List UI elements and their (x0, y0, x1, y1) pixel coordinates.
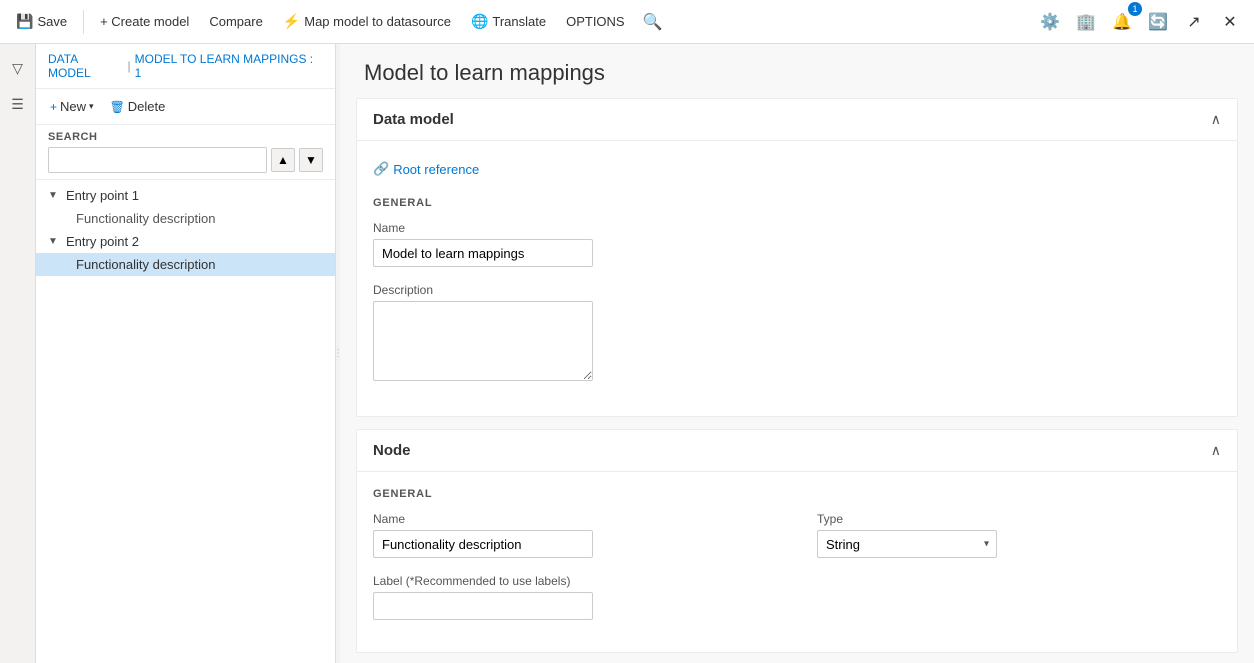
node-left-col: GENERAL Name Label (*Recommended to use … (373, 488, 777, 636)
node-name-field: Name (373, 512, 777, 558)
right-panel: Model to learn mappings Data model ∧ 🔗 R… (340, 44, 1254, 663)
save-label: Save (37, 14, 67, 29)
tree-label-entry2: Entry point 2 (66, 234, 139, 249)
node-name-input[interactable] (373, 530, 593, 558)
tree-toggle-entry2: ▼ (48, 236, 62, 247)
plus-icon: + (50, 100, 57, 114)
node-type-field: Type String Integer Boolean Real Date Da… (817, 512, 1221, 558)
filter-icon-button[interactable]: ▽ (2, 52, 34, 84)
data-model-name-field: Name (373, 221, 1221, 267)
data-model-name-label: Name (373, 221, 1221, 235)
search-down-button[interactable]: ▼ (299, 148, 323, 172)
options-button[interactable]: OPTIONS (558, 10, 633, 33)
main-layout: ▽ ☰ DATA MODEL | MODEL TO LEARN MAPPINGS… (0, 44, 1254, 663)
node-label-field: Label (*Recommended to use labels) (373, 574, 777, 620)
chevron-down-icon: ▾ (89, 101, 94, 112)
data-model-name-input[interactable] (373, 239, 593, 267)
delete-button[interactable]: 🗑 Delete (104, 95, 172, 118)
menu-icon-button[interactable]: ☰ (2, 88, 34, 120)
tree-label-func2: Functionality description (76, 257, 215, 272)
map-icon: ⚡ (283, 13, 300, 30)
create-model-label: + Create model (100, 14, 189, 29)
node-section-body: GENERAL Name Label (*Recommended to use … (357, 472, 1237, 652)
node-type-spacer (817, 488, 1221, 500)
tree-toggle-entry1: ▼ (48, 190, 62, 201)
tree-container: ▼ Entry point 1 Functionality descriptio… (36, 180, 335, 663)
root-reference-icon: 🔗 (373, 161, 389, 177)
compare-button[interactable]: Compare (201, 10, 270, 33)
search-row: ▲ ▼ (48, 147, 323, 173)
node-section-title: Node (373, 442, 411, 459)
data-model-section-title: Data model (373, 111, 454, 128)
breadcrumb-model-to-learn[interactable]: MODEL TO LEARN MAPPINGS : 1 (135, 52, 323, 80)
notification-badge: 1 (1128, 2, 1142, 16)
root-reference-button[interactable]: 🔗 Root reference (373, 157, 479, 181)
node-label-input[interactable] (373, 592, 593, 620)
translate-icon: 🌐 (471, 13, 488, 30)
root-reference-label: Root reference (393, 162, 479, 177)
new-label: New (60, 99, 86, 114)
node-general-label: GENERAL (373, 488, 777, 500)
page-title: Model to learn mappings (340, 44, 1254, 98)
new-button[interactable]: + New ▾ (44, 95, 100, 118)
node-type-select[interactable]: String Integer Boolean Real Date DateTim… (817, 530, 997, 558)
delete-label: Delete (128, 99, 166, 114)
settings-icon-button[interactable]: ⚙️ (1034, 6, 1066, 38)
save-icon: 💾 (16, 13, 33, 30)
notification-wrapper: 🔔 1 (1106, 6, 1138, 38)
translate-button[interactable]: 🌐 Translate (463, 9, 554, 34)
data-model-section: Data model ∧ 🔗 Root reference GENERAL Na… (356, 98, 1238, 417)
node-collapse-button[interactable]: ∧ (1211, 442, 1221, 459)
toolbar-sep-1 (83, 10, 84, 34)
search-input[interactable] (48, 147, 267, 173)
external-icon-button[interactable]: ↗ (1178, 6, 1210, 38)
map-model-button[interactable]: ⚡ Map model to datasource (275, 9, 459, 34)
refresh-icon-button[interactable]: 🔄 (1142, 6, 1174, 38)
node-type-label: Type (817, 512, 1221, 526)
office-icon-button[interactable]: 🏢 (1070, 6, 1102, 38)
tree-child-func2[interactable]: Functionality description (36, 253, 335, 276)
tree-label-entry1: Entry point 1 (66, 188, 139, 203)
search-label: SEARCH (48, 131, 323, 143)
compare-label: Compare (209, 14, 262, 29)
node-type-select-wrapper: String Integer Boolean Real Date DateTim… (817, 530, 997, 558)
breadcrumb: DATA MODEL | MODEL TO LEARN MAPPINGS : 1 (36, 44, 335, 89)
node-name-label: Name (373, 512, 777, 526)
data-model-collapse-button[interactable]: ∧ (1211, 111, 1221, 128)
close-icon-button[interactable]: ✕ (1214, 6, 1246, 38)
side-icons-panel: ▽ ☰ (0, 44, 36, 663)
tree-item-entry1[interactable]: ▼ Entry point 1 (36, 184, 335, 207)
tree-label-func1: Functionality description (76, 211, 215, 226)
options-label: OPTIONS (566, 14, 625, 29)
left-toolbar: + New ▾ 🗑 Delete (36, 89, 335, 125)
tree-item-entry2[interactable]: ▼ Entry point 2 (36, 230, 335, 253)
left-panel: DATA MODEL | MODEL TO LEARN MAPPINGS : 1… (36, 44, 336, 663)
tree-child-func1[interactable]: Functionality description (36, 207, 335, 230)
node-section: Node ∧ GENERAL Name Label (*Recommended … (356, 429, 1238, 653)
data-model-general-label: GENERAL (373, 197, 1221, 209)
node-two-cols: GENERAL Name Label (*Recommended to use … (373, 488, 1221, 636)
delete-icon: 🗑 (110, 100, 125, 114)
breadcrumb-separator: | (128, 59, 131, 73)
map-model-label: Map model to datasource (304, 14, 451, 29)
data-model-section-body: 🔗 Root reference GENERAL Name Descriptio… (357, 141, 1237, 416)
search-toolbar-button[interactable]: 🔍 (637, 6, 669, 38)
search-section: SEARCH ▲ ▼ (36, 125, 335, 180)
breadcrumb-data-model[interactable]: DATA MODEL (48, 52, 124, 80)
data-model-section-header[interactable]: Data model ∧ (357, 99, 1237, 141)
translate-label: Translate (492, 14, 546, 29)
create-model-button[interactable]: + Create model (92, 10, 197, 33)
save-button[interactable]: 💾 Save (8, 9, 75, 34)
node-section-header[interactable]: Node ∧ (357, 430, 1237, 472)
search-up-button[interactable]: ▲ (271, 148, 295, 172)
data-model-desc-field: Description (373, 283, 1221, 384)
data-model-desc-label: Description (373, 283, 1221, 297)
main-toolbar: 💾 Save + Create model Compare ⚡ Map mode… (0, 0, 1254, 44)
data-model-desc-textarea[interactable] (373, 301, 593, 381)
node-label-label: Label (*Recommended to use labels) (373, 574, 777, 588)
node-right-col: Type String Integer Boolean Real Date Da… (817, 488, 1221, 636)
